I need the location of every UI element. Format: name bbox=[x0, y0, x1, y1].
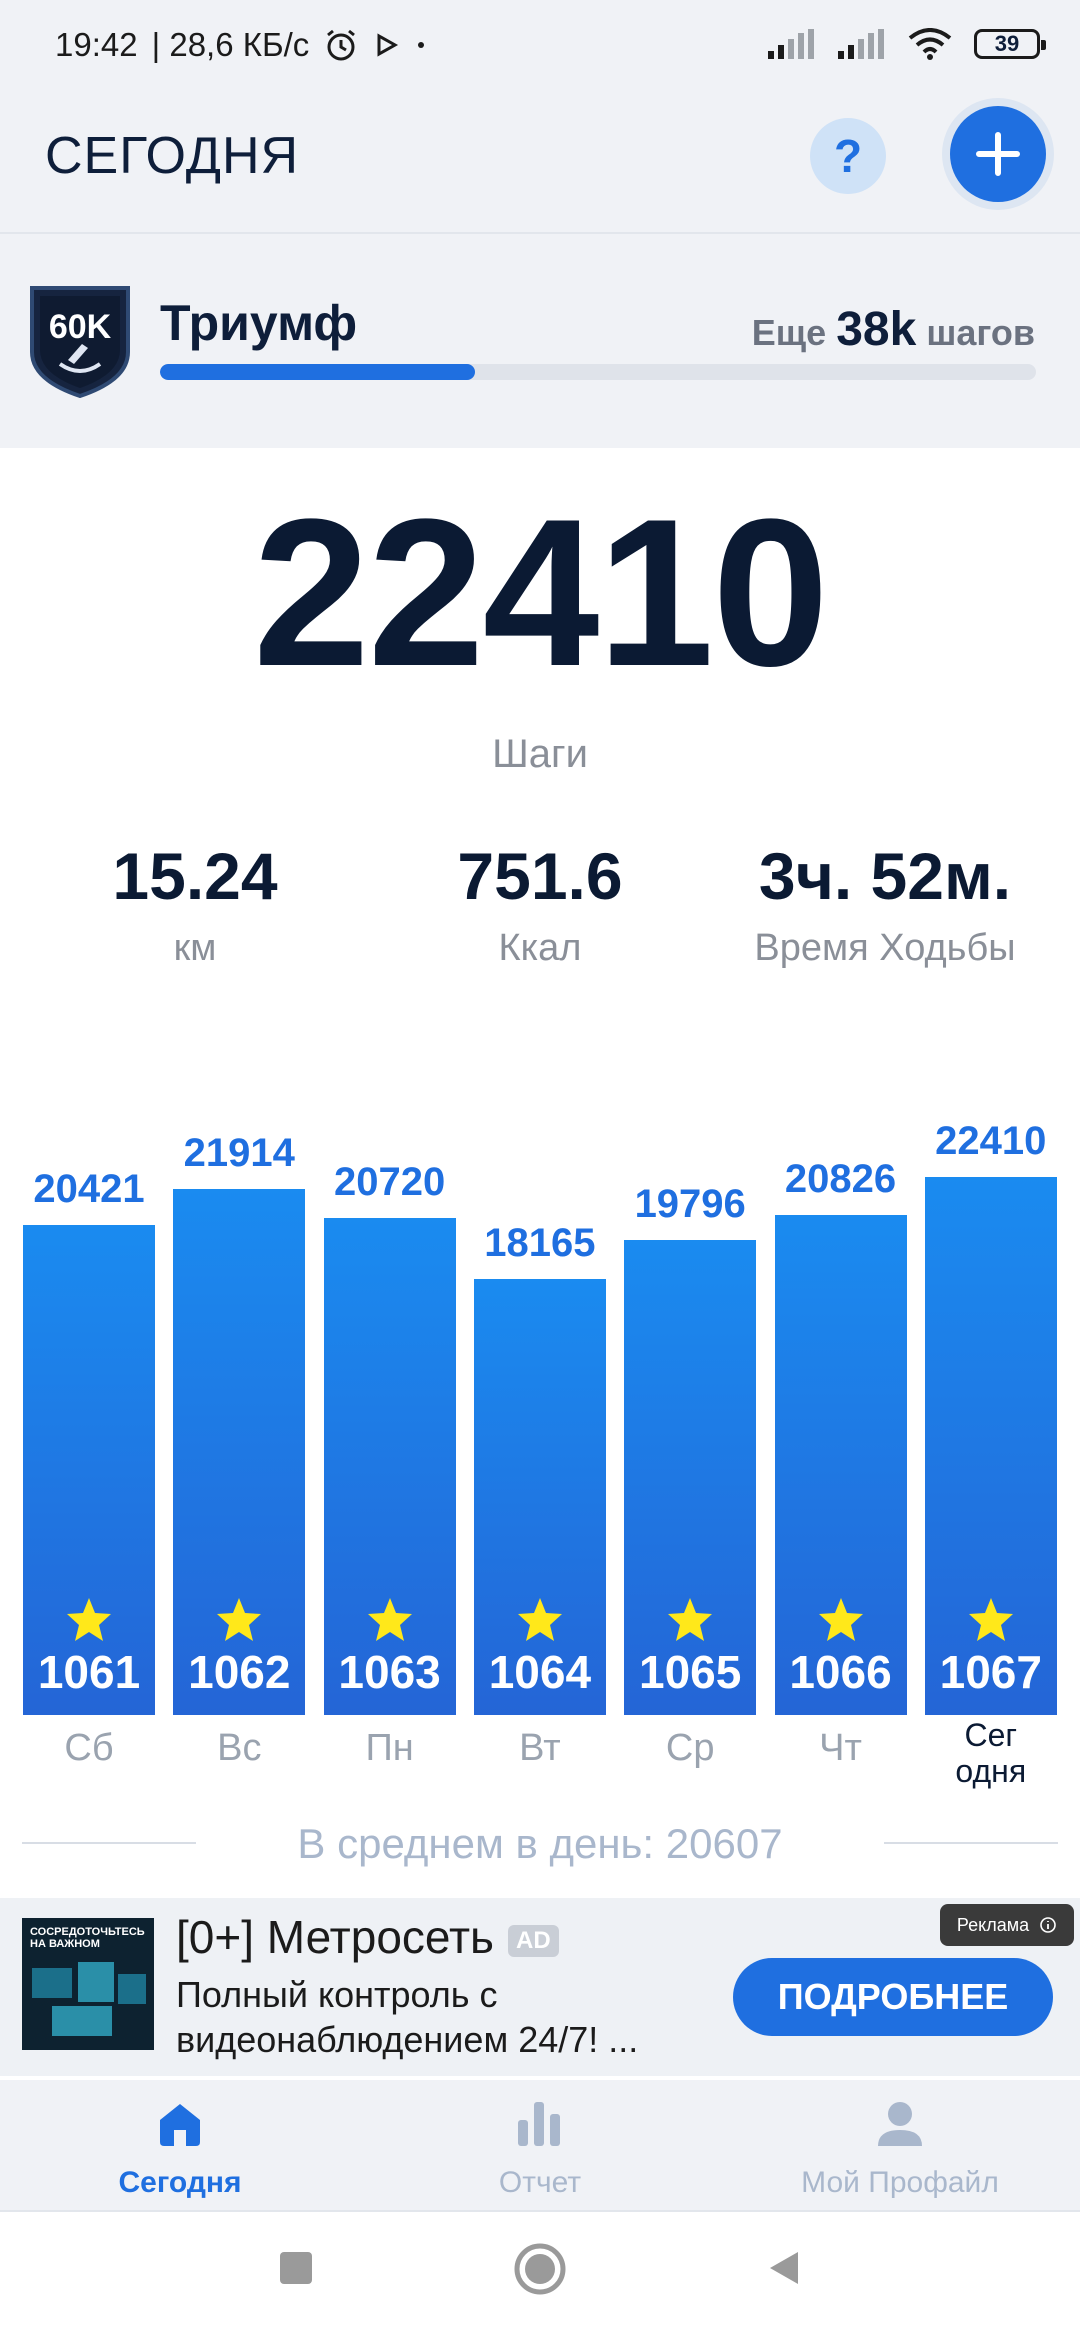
steps-label: Шаги bbox=[492, 732, 588, 776]
chart-bar-value: 22410 bbox=[935, 1119, 1047, 1164]
help-button[interactable]: ? bbox=[810, 118, 886, 194]
star-icon bbox=[668, 1598, 713, 1641]
ad-image-tile bbox=[32, 1968, 72, 1998]
chart-day-label: Пн bbox=[365, 1727, 414, 1769]
battery-level: 39 bbox=[994, 31, 1020, 56]
chart-bar-value: 21914 bbox=[183, 1131, 295, 1176]
nav-profile[interactable]: Мой Профайл bbox=[720, 2098, 1080, 2200]
dot-icon bbox=[418, 42, 425, 48]
remaining-suffix: шагов bbox=[926, 312, 1035, 353]
chart-bar-rank: 1064 bbox=[488, 1646, 592, 1698]
report-icon bbox=[518, 2102, 560, 2146]
achievement-card[interactable]: 60K Триумф Еще 38k шагов bbox=[0, 234, 1080, 448]
achievement-badge-text: 60K bbox=[49, 308, 112, 346]
daily-average: В среднем в день: 20607 bbox=[297, 1820, 783, 1867]
steps-count: 22410 bbox=[253, 475, 829, 710]
walk-time-stat: 3ч. 52м. Время Ходьбы bbox=[705, 840, 1065, 970]
recents-icon[interactable] bbox=[278, 2250, 314, 2286]
ad-description: Полный контроль с видеонаблюдением 24/7!… bbox=[176, 1974, 639, 2060]
calories-stat: 751.6 Ккал bbox=[360, 840, 720, 970]
help-icon: ? bbox=[833, 130, 863, 182]
distance-stat: 15.24 км bbox=[15, 840, 375, 970]
remaining-value: 38k bbox=[836, 303, 917, 356]
nav-today[interactable]: Сегодня bbox=[0, 2098, 360, 2200]
star-icon bbox=[517, 1598, 562, 1641]
play-icon bbox=[377, 33, 399, 57]
chart-bar-value: 20421 bbox=[33, 1166, 145, 1211]
signal-icon bbox=[838, 29, 884, 59]
chart-bar-rank: 1065 bbox=[639, 1646, 742, 1698]
chart-day-label: Вс bbox=[217, 1727, 262, 1769]
distance-value: 15.24 bbox=[112, 839, 278, 913]
chart-day-label: Вт bbox=[519, 1727, 561, 1769]
achievement-name: Триумф bbox=[160, 295, 358, 351]
chart-bar-value: 20826 bbox=[784, 1157, 897, 1202]
nav-today-label: Сегодня bbox=[118, 2166, 242, 2199]
chart-day-label: Сег одня bbox=[955, 1717, 1027, 1789]
page-title: СЕГОДНЯ bbox=[45, 127, 300, 185]
plus-icon bbox=[976, 132, 1020, 176]
info-icon bbox=[1040, 1917, 1056, 1933]
calories-value: 751.6 bbox=[457, 839, 623, 913]
chart-day-label: Ср bbox=[665, 1727, 715, 1769]
ad-image-tile bbox=[118, 1974, 146, 2004]
calories-unit: Ккал bbox=[498, 926, 582, 969]
system-nav-bar bbox=[0, 2212, 1080, 2340]
achievement-progress-fill bbox=[160, 364, 476, 380]
profile-icon bbox=[878, 2102, 922, 2146]
walk-time-value: 3ч. 52м. bbox=[758, 839, 1012, 913]
chart-bar-rank: 1066 bbox=[789, 1646, 892, 1698]
walk-time-label: Время Ходьбы bbox=[754, 926, 1016, 969]
star-icon bbox=[217, 1598, 262, 1641]
star-icon bbox=[367, 1598, 412, 1641]
chart-bar-value: 19796 bbox=[634, 1181, 746, 1226]
chart-bar-value: 18165 bbox=[484, 1221, 596, 1266]
nav-report[interactable]: Отчет bbox=[360, 2098, 720, 2200]
chart-bar-value: 20720 bbox=[333, 1159, 446, 1204]
ad-cta-button[interactable]: ПОДРОБНЕЕ bbox=[733, 1958, 1053, 2036]
star-icon bbox=[968, 1598, 1013, 1641]
achievement-progress-bar bbox=[160, 364, 1036, 380]
status-speed: | 28,6 КБ/с bbox=[151, 26, 310, 63]
ad-image-tile bbox=[52, 2006, 112, 2036]
chart-bar-rank: 1063 bbox=[338, 1646, 441, 1698]
ad-label-text: Реклама bbox=[956, 1914, 1030, 1935]
chart-bar-rank: 1067 bbox=[939, 1646, 1042, 1698]
signal-icon bbox=[768, 29, 814, 59]
chart-bar-rank: 1062 bbox=[188, 1646, 291, 1698]
star-icon bbox=[67, 1598, 111, 1641]
status-right: 39 bbox=[768, 28, 1046, 60]
status-left: 19:42 | 28,6 КБ/с bbox=[55, 26, 429, 64]
app-header: СЕГОДНЯ ? bbox=[0, 96, 1080, 234]
chart-day-label: Сб bbox=[64, 1727, 114, 1769]
ad-image[interactable]: СОСРЕДОТОЧЬТЕСЬ НА ВАЖНОМ bbox=[22, 1918, 154, 2050]
bottom-nav: Сегодня Отчет Мой Профайл bbox=[0, 2080, 1080, 2212]
nav-profile-label: Мой Профайл bbox=[801, 2166, 999, 2199]
ad-title-text: [0+] Метросеть bbox=[176, 1911, 495, 1963]
status-bar: 19:42 | 28,6 КБ/с 39 bbox=[0, 0, 1080, 96]
chart-day-label: Чт bbox=[819, 1727, 862, 1769]
home-circle-icon[interactable] bbox=[513, 2242, 567, 2296]
star-icon bbox=[818, 1598, 863, 1641]
status-time: 19:42 bbox=[55, 26, 138, 63]
weekly-steps-chart: 20421 1061 Сб 21914 1062 Вс 20720 1063 Пн 18165 10… bbox=[0, 1040, 1080, 1800]
home-icon bbox=[160, 2104, 200, 2146]
alarm-icon bbox=[327, 29, 356, 61]
distance-unit: км bbox=[173, 926, 217, 969]
ad-banner[interactable]: СОСРЕДОТОЧЬТЕСЬ НА ВАЖНОМ [0+] Метросеть… bbox=[0, 1898, 1080, 2076]
ad-badge: AD bbox=[508, 1924, 559, 1957]
ad-image-tile bbox=[78, 1962, 114, 2002]
achievement-remaining: Еще 38k шагов bbox=[752, 302, 1035, 357]
wifi-icon bbox=[908, 28, 952, 60]
ad-image-text: СОСРЕДОТОЧЬТЕСЬ НА ВАЖНОМ bbox=[30, 1926, 145, 1950]
achievement-badge-icon: 60K bbox=[30, 286, 130, 398]
add-button[interactable] bbox=[950, 106, 1046, 202]
battery-icon: 39 bbox=[974, 29, 1046, 59]
nav-report-label: Отчет bbox=[498, 2166, 582, 2199]
remaining-prefix: Еще bbox=[751, 312, 827, 353]
ad-label[interactable]: Реклама bbox=[940, 1904, 1074, 1946]
ad-title[interactable]: [0+] Метросеть AD bbox=[176, 1910, 559, 1964]
chart-bar-rank: 1061 bbox=[37, 1646, 141, 1698]
back-icon[interactable] bbox=[764, 2248, 804, 2288]
